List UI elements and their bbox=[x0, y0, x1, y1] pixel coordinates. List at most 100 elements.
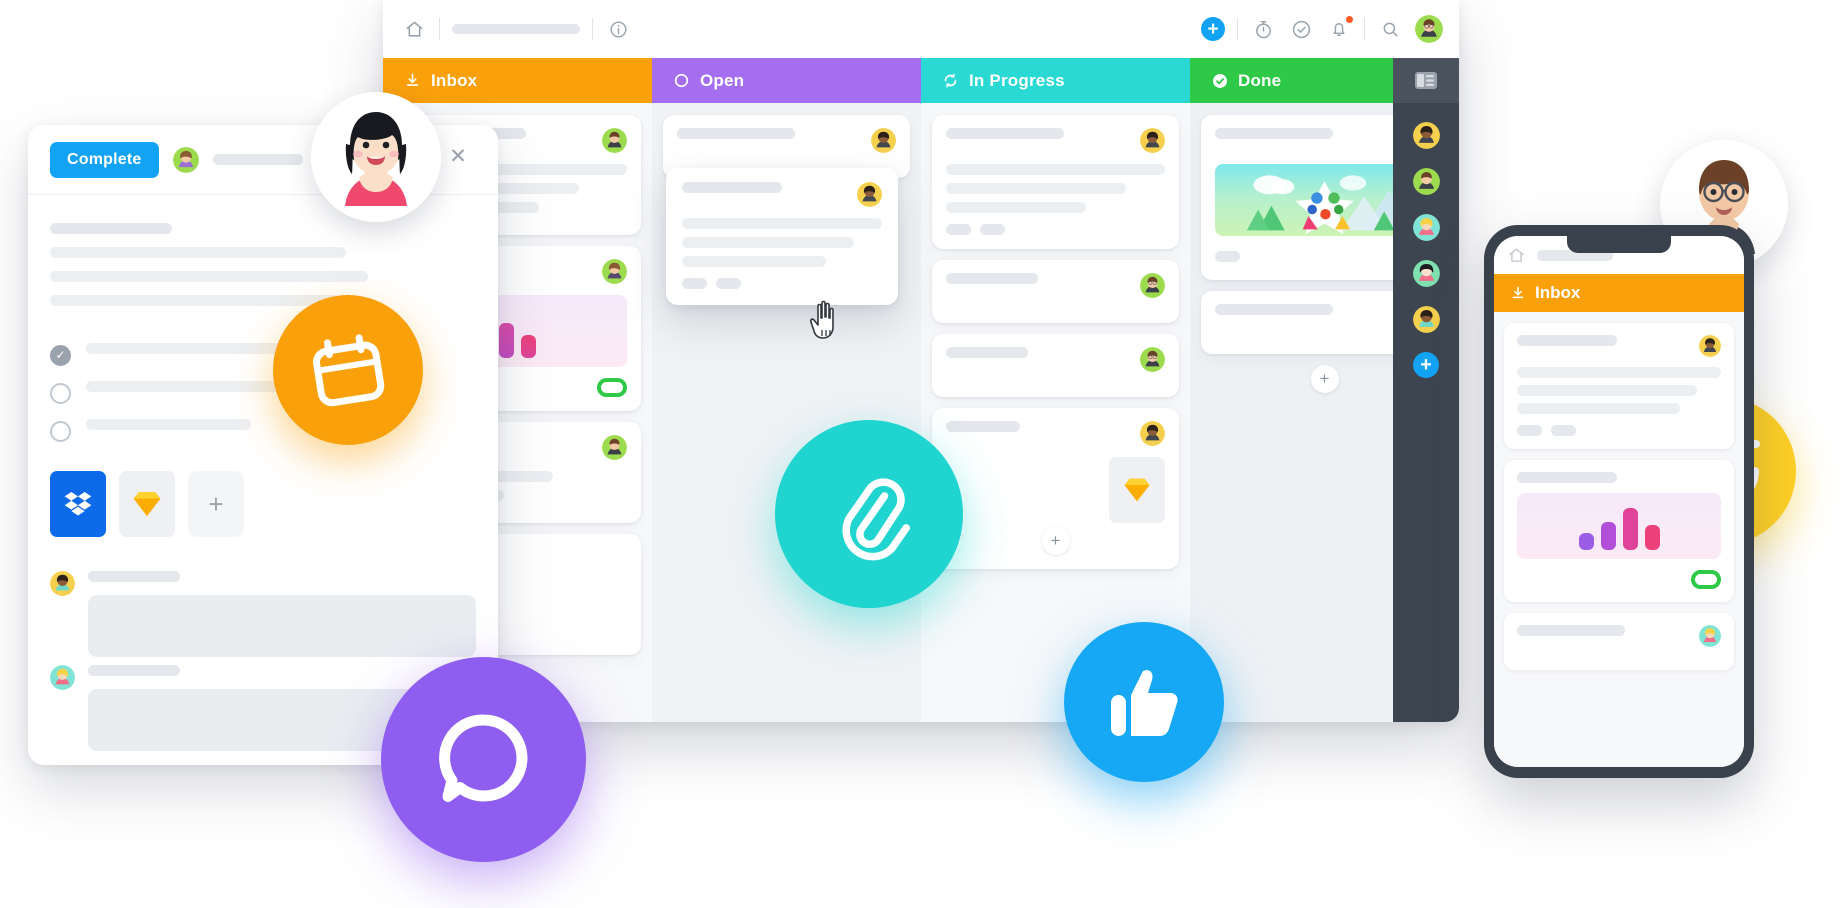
status-pill bbox=[597, 378, 627, 397]
title-placeholder bbox=[212, 154, 303, 165]
board-body: + + bbox=[383, 103, 1459, 722]
grabbing-hand-cursor bbox=[808, 300, 842, 340]
checkbox-icon[interactable] bbox=[50, 420, 71, 442]
checklist-item[interactable] bbox=[50, 419, 476, 443]
bell-icon[interactable] bbox=[1326, 15, 1354, 42]
phone-card-list[interactable] bbox=[1494, 312, 1744, 767]
like-badge[interactable] bbox=[1064, 622, 1224, 782]
column-label: Open bbox=[700, 70, 745, 90]
avatar bbox=[1140, 347, 1165, 372]
check-circle-icon[interactable] bbox=[1288, 16, 1314, 42]
dropbox-file-icon[interactable] bbox=[50, 471, 106, 537]
phone-screen: Inbox bbox=[1494, 236, 1744, 767]
add-card-button[interactable]: + bbox=[1310, 365, 1339, 393]
text-placeholder bbox=[50, 271, 368, 282]
phone-inbox-header[interactable]: Inbox bbox=[1494, 274, 1744, 312]
complete-button[interactable]: Complete bbox=[50, 141, 159, 178]
member-avatar[interactable] bbox=[1412, 260, 1440, 287]
member-avatar[interactable] bbox=[1412, 122, 1440, 149]
task-card[interactable] bbox=[932, 115, 1179, 249]
checklist-label bbox=[86, 343, 306, 354]
text-placeholder bbox=[50, 247, 346, 258]
text-placeholder bbox=[50, 295, 340, 306]
download-icon bbox=[403, 71, 422, 90]
add-member-button[interactable]: + bbox=[1413, 352, 1439, 378]
sketch-file-icon bbox=[1109, 457, 1165, 523]
member-avatar[interactable] bbox=[1412, 168, 1440, 195]
sketch-file-icon[interactable] bbox=[119, 471, 175, 537]
phone-chart-thumbnail bbox=[1517, 493, 1721, 559]
avatar bbox=[1140, 421, 1165, 446]
board-toolbar: + bbox=[383, 0, 1459, 58]
column-label: In Progress bbox=[969, 70, 1065, 90]
toolbar-divider bbox=[1364, 18, 1365, 40]
avatar bbox=[602, 259, 627, 284]
checklist-label bbox=[86, 381, 301, 392]
stopwatch-icon[interactable] bbox=[1250, 16, 1276, 42]
card-chip bbox=[946, 224, 971, 235]
board-window: + Inbox Open In Progress Done + + + bbox=[383, 0, 1459, 722]
calendar-badge[interactable] bbox=[273, 295, 423, 445]
text-placeholder bbox=[50, 223, 172, 234]
list-item[interactable] bbox=[1504, 613, 1734, 670]
home-icon[interactable] bbox=[401, 16, 427, 42]
avatar bbox=[871, 128, 896, 153]
comment-body-placeholder bbox=[88, 595, 476, 657]
card-chip bbox=[1215, 251, 1240, 262]
avatar bbox=[602, 128, 627, 153]
comment-avatar bbox=[50, 571, 75, 596]
task-detail-panel: Complete ✓ + bbox=[28, 125, 498, 765]
member-avatar[interactable] bbox=[1412, 306, 1440, 333]
avatar bbox=[1140, 273, 1165, 298]
avatar bbox=[857, 182, 882, 207]
checkbox-icon[interactable] bbox=[50, 382, 71, 404]
search-icon[interactable] bbox=[1377, 16, 1403, 42]
card-chip bbox=[1551, 425, 1576, 436]
toolbar-divider bbox=[592, 18, 593, 40]
url-field[interactable] bbox=[452, 24, 580, 34]
column-label: Done bbox=[1238, 70, 1282, 90]
avatar-woman-dark-hair bbox=[311, 92, 441, 222]
comment-author-placeholder bbox=[88, 665, 180, 676]
dragged-task-card[interactable] bbox=[666, 168, 898, 305]
checklist-label bbox=[86, 419, 251, 430]
close-icon[interactable]: ✕ bbox=[447, 145, 469, 168]
comment-author-placeholder bbox=[88, 571, 180, 582]
column-header-inbox[interactable]: Inbox bbox=[383, 58, 652, 103]
task-card[interactable]: + bbox=[932, 408, 1179, 569]
toolbar-divider bbox=[1237, 18, 1238, 40]
layout-panel-icon[interactable] bbox=[1393, 58, 1459, 103]
info-circle-icon[interactable] bbox=[605, 16, 631, 42]
column-header-row: Inbox Open In Progress Done bbox=[383, 58, 1459, 103]
column-label: Inbox bbox=[431, 70, 478, 90]
home-icon[interactable] bbox=[1508, 247, 1525, 264]
column-header-open[interactable]: Open bbox=[652, 58, 921, 103]
add-attachment-button[interactable]: + bbox=[188, 471, 244, 537]
user-avatar[interactable] bbox=[1415, 15, 1443, 43]
chat-badge[interactable] bbox=[381, 657, 586, 862]
checkbox-checked-icon[interactable]: ✓ bbox=[50, 344, 71, 366]
status-pill bbox=[1691, 570, 1721, 589]
avatar bbox=[1699, 625, 1721, 647]
download-icon bbox=[1510, 285, 1526, 301]
list-item[interactable] bbox=[1504, 323, 1734, 449]
notification-badge bbox=[1345, 15, 1354, 24]
members-rail: + bbox=[1393, 58, 1459, 722]
list-item[interactable] bbox=[1504, 460, 1734, 602]
card-chip bbox=[1517, 425, 1542, 436]
add-card-button[interactable]: + bbox=[1041, 527, 1070, 555]
task-card[interactable] bbox=[932, 260, 1179, 323]
mobile-phone-mockup: Inbox bbox=[1484, 225, 1754, 778]
attachment-badge[interactable] bbox=[775, 420, 963, 608]
avatar bbox=[1140, 128, 1165, 153]
plus-circle-icon[interactable]: + bbox=[1201, 17, 1225, 41]
phone-inbox-label: Inbox bbox=[1535, 283, 1581, 302]
task-card[interactable] bbox=[932, 334, 1179, 397]
card-chip bbox=[980, 224, 1005, 235]
assignee-avatar[interactable] bbox=[172, 146, 199, 173]
member-avatar[interactable] bbox=[1412, 214, 1440, 241]
comment-item bbox=[50, 571, 476, 657]
detail-body: ✓ + bbox=[28, 195, 498, 751]
column-header-progress[interactable]: In Progress bbox=[921, 58, 1190, 103]
avatar bbox=[602, 435, 627, 460]
